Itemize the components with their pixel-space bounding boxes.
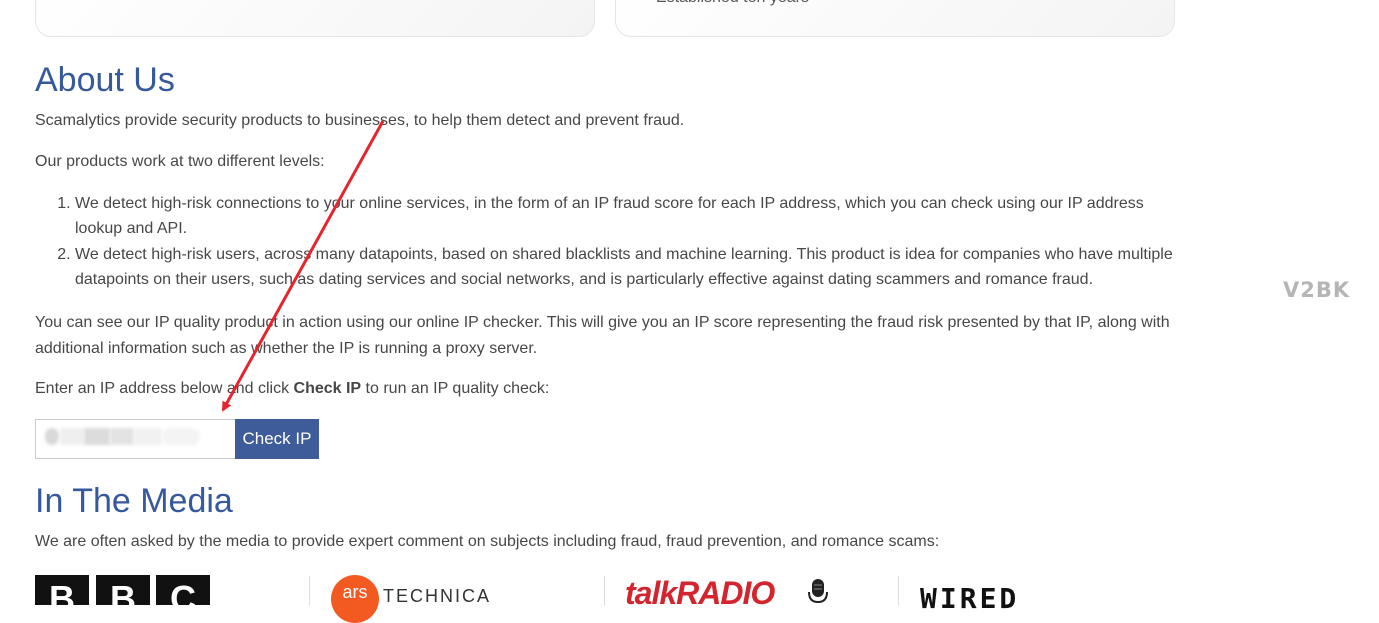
ars-logo-mark: ars (331, 575, 379, 623)
instruction-bold: Check IP (293, 380, 362, 397)
wired-logo[interactable]: WIRED (920, 582, 1019, 615)
bbc-logo-letter: B (35, 575, 89, 605)
in-the-media-heading: In The Media (35, 482, 233, 520)
levels-intro-text: Our products work at two different level… (35, 153, 325, 170)
level-item-users: We detect high-risk users, across many d… (75, 242, 1185, 292)
feature-card-right: Established ten years (615, 0, 1175, 37)
instruction-prefix: Enter an IP address below and click (35, 380, 294, 397)
watermark-text: V2BK (1283, 278, 1351, 302)
ip-check-instruction: Enter an IP address below and click Chec… (35, 376, 1185, 402)
logo-divider (309, 576, 310, 606)
ip-checker-description: You can see our IP quality product in ac… (35, 314, 1170, 357)
feature-list: Established ten years (638, 0, 809, 9)
about-intro-text: Scamalytics provide security products to… (35, 112, 685, 129)
media-intro-text: We are often asked by the media to provi… (35, 533, 940, 550)
talkradio-logo-text: talkRADIO (625, 575, 775, 611)
bbc-logo-letter: C (156, 575, 210, 605)
bbc-logo-letter: B (96, 575, 150, 605)
feature-item: Established ten years (656, 0, 809, 9)
logo-divider (604, 576, 605, 606)
instruction-suffix: to run an IP quality check: (361, 380, 550, 397)
check-ip-button[interactable]: Check IP (235, 419, 319, 459)
level-item-connections: We detect high-risk connections to your … (75, 191, 1185, 241)
about-us-heading: About Us (35, 61, 175, 99)
mic-icon (808, 579, 828, 604)
feature-card-left (35, 0, 595, 37)
levels-list: We detect high-risk connections to your … (35, 191, 1185, 293)
logo-divider (898, 576, 899, 606)
